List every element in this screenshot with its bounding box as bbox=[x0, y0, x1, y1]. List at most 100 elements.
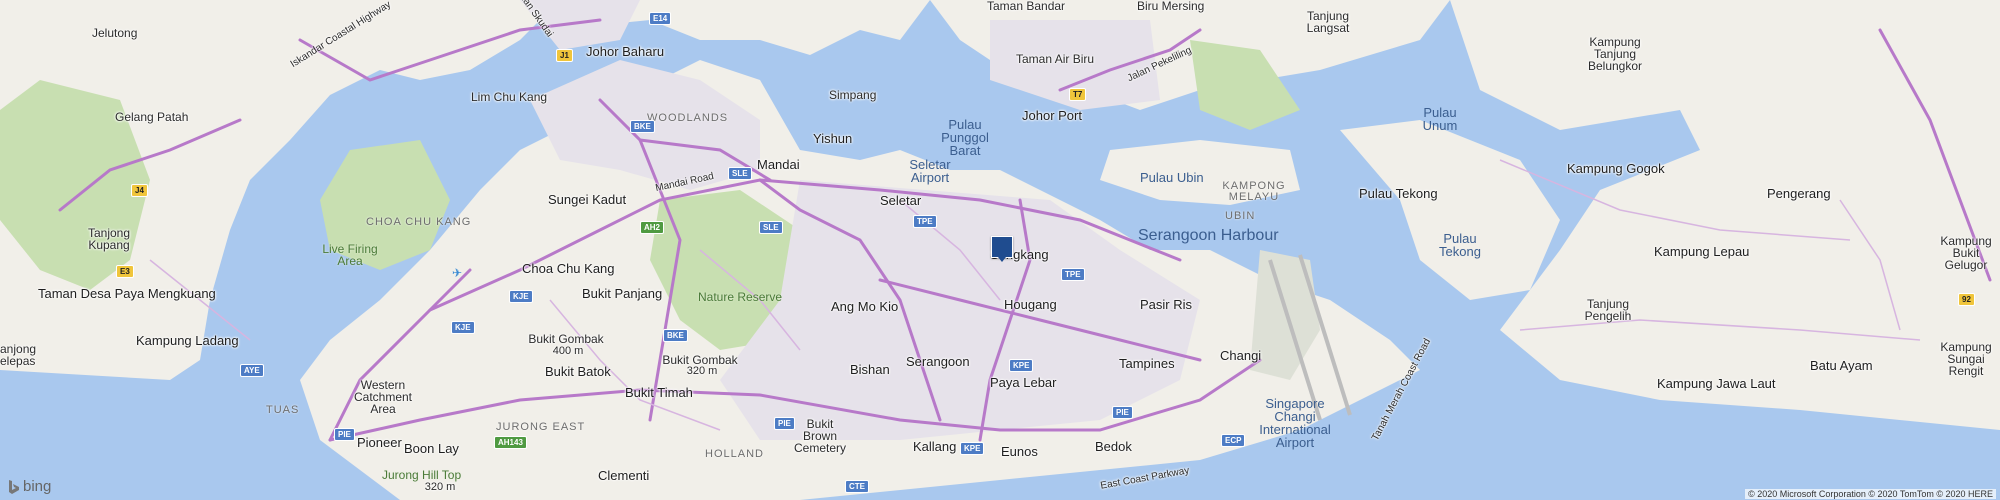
label-choa-chu-kang: Choa Chu Kang bbox=[522, 261, 615, 276]
shield-sle: SLE bbox=[728, 167, 752, 180]
bing-icon bbox=[9, 479, 19, 494]
shield-ecp: ECP bbox=[1221, 434, 1246, 447]
label-biru-mersing: Biru Mersing bbox=[1137, 0, 1205, 13]
label-pasir-ris: Pasir Ris bbox=[1140, 297, 1193, 312]
label-live-firing-area: Live Firing Area bbox=[322, 242, 378, 268]
label-kampung-gogok: Kampung Gogok bbox=[1567, 161, 1665, 176]
bing-logo[interactable]: bing bbox=[8, 478, 51, 495]
label-lim-chu-kang: Lim Chu Kang bbox=[471, 90, 548, 104]
label-bukit-brown: Bukit Brown Cemetery bbox=[793, 417, 846, 455]
label-jelutong: Jelutong bbox=[92, 26, 138, 40]
shield-cte: CTE bbox=[845, 480, 869, 493]
label-woodlands: WOODLANDS bbox=[647, 112, 729, 124]
label-bukit-batok: Bukit Batok bbox=[545, 364, 611, 379]
bing-label: bing bbox=[23, 478, 52, 495]
label-kampung-jawa-laut: Kampung Jawa Laut bbox=[1657, 376, 1776, 391]
label-kampung-sungai-rengit: Kampung Sungai Rengit bbox=[1940, 340, 1992, 378]
label-anjong-pelepas: anjong elepas bbox=[0, 342, 37, 368]
label-sungei-kadut: Sungei Kadut bbox=[548, 192, 627, 207]
shield-ah143: AH143 bbox=[494, 436, 527, 449]
shield-e14: E14 bbox=[649, 12, 672, 25]
label-tanjung-langsat: Tanjung Langsat bbox=[1306, 9, 1350, 35]
label-kampung-lepau: Kampung Lepau bbox=[1654, 244, 1750, 259]
shield-kpe-2: KPE bbox=[960, 442, 985, 455]
label-kallang: Kallang bbox=[913, 439, 957, 454]
label-choa-chu-kang-area: CHOA CHU KANG bbox=[366, 216, 472, 228]
label-pulau-tekong: Pulau Tekong bbox=[1359, 186, 1438, 201]
label-tampines: Tampines bbox=[1119, 356, 1175, 371]
label-kampung-tanjung-belungkor: Kampung Tanjung Belungkor bbox=[1587, 35, 1643, 73]
shield-ah2: AH2 bbox=[640, 221, 665, 234]
shield-aye: AYE bbox=[240, 364, 264, 377]
label-bukit-timah: Bukit Timah bbox=[625, 385, 693, 400]
shield-tpe: TPE bbox=[913, 215, 937, 228]
label-bedok: Bedok bbox=[1095, 439, 1132, 454]
label-bishan: Bishan bbox=[850, 362, 890, 377]
label-jurong-east: JURONG EAST bbox=[496, 421, 586, 433]
label-western-catchment: Western Catchment Area bbox=[353, 378, 413, 416]
label-taman-desa: Taman Desa Paya Mengkuang bbox=[38, 286, 216, 301]
shield-e3: E3 bbox=[116, 265, 134, 278]
location-pin-icon[interactable] bbox=[991, 236, 1013, 262]
label-jurong-hill-elevation: 320 m bbox=[424, 481, 456, 493]
label-kampong-melayu: KAMPONG MELAYU bbox=[1222, 180, 1286, 203]
map-canvas[interactable]: Jelutong Iskandar Coastal Highway Jalan … bbox=[0, 0, 2000, 500]
label-kampung-bukit-gelugor: Kampung Bukit Gelugor bbox=[1940, 234, 1992, 272]
label-ubin: UBIN bbox=[1225, 210, 1256, 222]
shield-kpe: KPE bbox=[1009, 359, 1034, 372]
label-kampung-ladang: Kampung Ladang bbox=[136, 333, 239, 348]
shield-t7: T7 bbox=[1069, 88, 1087, 101]
label-johor-baharu: Johor Baharu bbox=[586, 44, 665, 59]
shield-pie-2: PIE bbox=[774, 417, 795, 430]
shield-kje: KJE bbox=[509, 290, 533, 303]
shield-sle-2: SLE bbox=[759, 221, 783, 234]
label-holland: HOLLAND bbox=[705, 448, 764, 460]
shield-kje-2: KJE bbox=[451, 321, 475, 334]
label-pioneer: Pioneer bbox=[357, 435, 402, 450]
label-mandai: Mandai bbox=[757, 157, 800, 172]
label-seletar: Seletar bbox=[880, 193, 922, 208]
label-gelang-patah: Gelang Patah bbox=[115, 110, 189, 124]
label-pulau-unum: Pulau Unum bbox=[1422, 105, 1458, 133]
label-johor-port: Johor Port bbox=[1022, 108, 1082, 123]
label-clementi: Clementi bbox=[598, 468, 650, 483]
label-bukit-gombak: Bukit Gombak bbox=[528, 332, 604, 346]
label-bukit-panjang: Bukit Panjang bbox=[582, 286, 663, 301]
label-pulau-ubin: Pulau Ubin bbox=[1140, 170, 1204, 185]
label-paya-lebar: Paya Lebar bbox=[990, 375, 1057, 390]
label-changi: Changi bbox=[1220, 348, 1262, 363]
shield-pie: PIE bbox=[1112, 406, 1133, 419]
label-taman-bandar: Taman Bandar bbox=[987, 0, 1066, 13]
label-yishun: Yishun bbox=[813, 131, 853, 146]
shield-92: 92 bbox=[1958, 293, 1975, 306]
shield-j1: J1 bbox=[556, 49, 573, 62]
label-eunos: Eunos bbox=[1001, 444, 1038, 459]
shield-bke-2: BKE bbox=[663, 329, 688, 342]
shield-bke: BKE bbox=[630, 120, 655, 133]
label-serangoon: Serangoon bbox=[906, 354, 970, 369]
label-pengerang: Pengerang bbox=[1767, 186, 1831, 201]
label-serangoon-harbour: Serangoon Harbour bbox=[1138, 227, 1279, 244]
label-simpang: Simpang bbox=[829, 88, 877, 102]
label-boon-lay: Boon Lay bbox=[404, 441, 459, 456]
shield-pie-3: PIE bbox=[334, 428, 355, 441]
label-jurong-hill: Jurong Hill Top bbox=[382, 468, 462, 482]
label-pulau-punggol-barat: Pulau Punggol Barat bbox=[941, 117, 989, 158]
label-hougang: Hougang bbox=[1004, 297, 1057, 312]
label-singapore-changi-airport: Singapore Changi International Airport bbox=[1259, 396, 1331, 450]
label-pulau-tekong-small: Pulau Tekong bbox=[1439, 231, 1481, 259]
label-batu-ayam: Batu Ayam bbox=[1810, 358, 1873, 373]
airfield-icon: ✈ bbox=[452, 266, 463, 280]
label-taman-air-biru: Taman Air Biru bbox=[1016, 52, 1095, 66]
label-tanjong-kupang: Tanjong Kupang bbox=[87, 226, 131, 252]
copyright-notice[interactable]: © 2020 Microsoft Corporation © 2020 TomT… bbox=[1745, 489, 1996, 499]
label-tuas: TUAS bbox=[266, 404, 300, 416]
label-bukit-gombak-elevation: 400 m bbox=[552, 345, 584, 357]
label-ang-mo-kio: Ang Mo Kio bbox=[831, 299, 899, 314]
shield-tpe-2: TPE bbox=[1061, 268, 1085, 281]
label-seletar-airport: Seletar Airport bbox=[909, 157, 951, 185]
label-bukit-batok-elevation: 320 m bbox=[686, 365, 718, 377]
label-tanjung-pengelih: Tanjung Pengelih bbox=[1584, 297, 1632, 323]
shield-j4: J4 bbox=[131, 184, 148, 197]
label-nature-reserve: Nature Reserve bbox=[698, 290, 783, 304]
